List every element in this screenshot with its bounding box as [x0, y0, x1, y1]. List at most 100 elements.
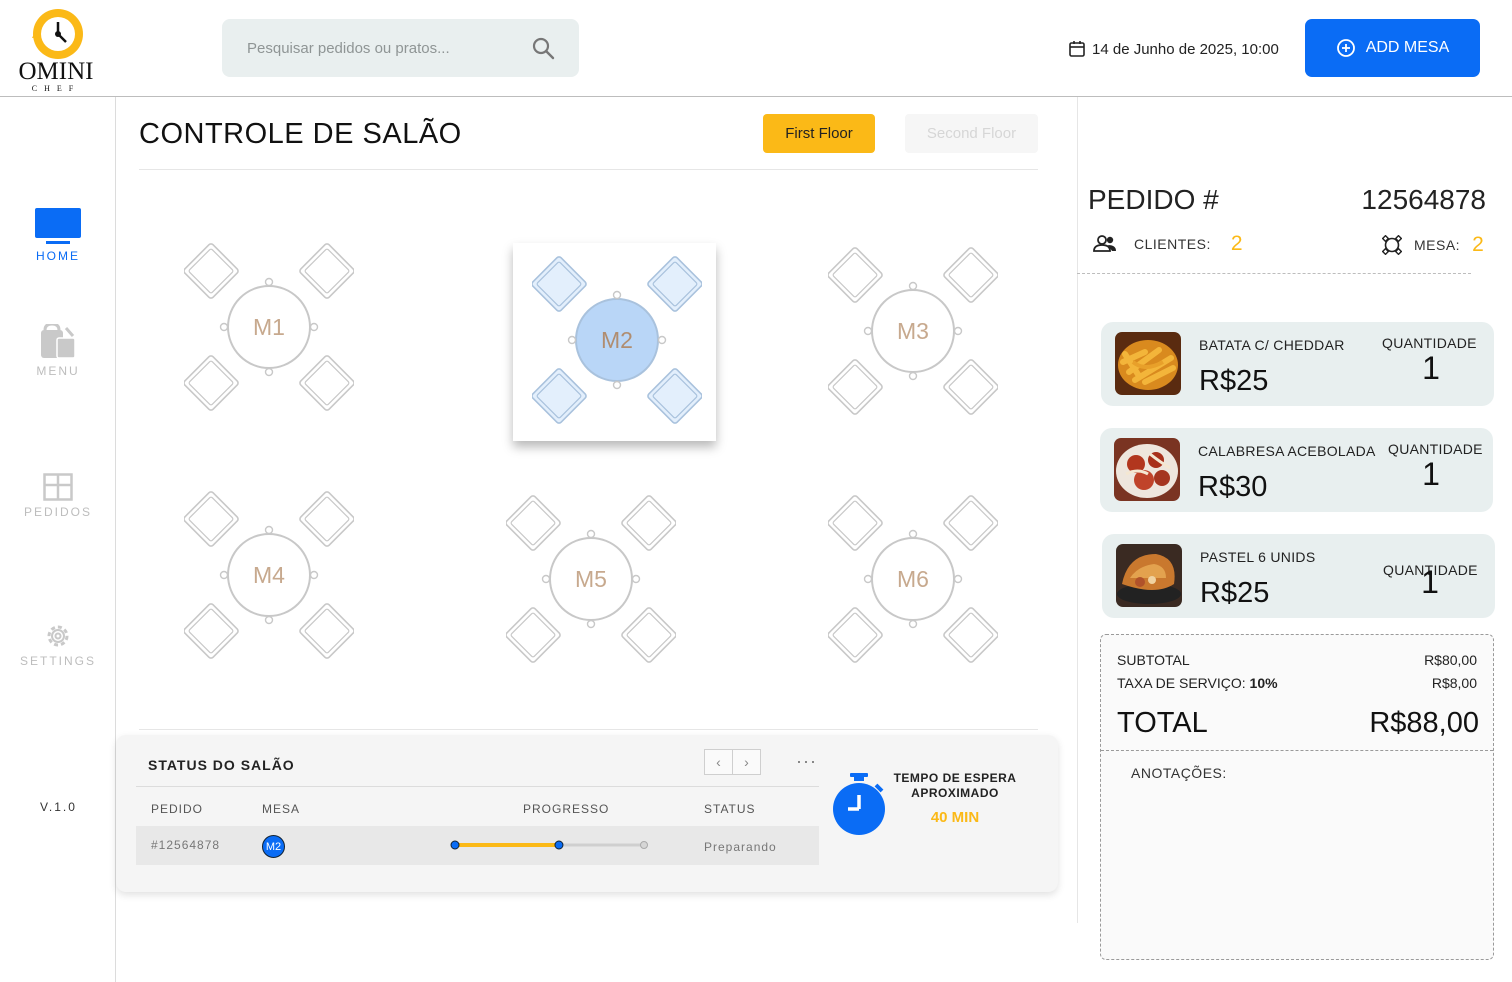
divider — [139, 169, 1038, 170]
table-graphic — [184, 491, 354, 659]
sidebar: HOME MENU PEDIDOS SETTINGS V.1.0 — [0, 97, 116, 982]
sidebar-item-pedidos[interactable]: PEDIDOS — [0, 473, 116, 519]
seat-marker — [567, 335, 577, 345]
order-summary: SUBTOTAL R$80,00 TAXA DE SERVIÇO: 10% R$… — [1100, 634, 1494, 960]
app-version: V.1.0 — [40, 800, 77, 814]
search-icon[interactable] — [531, 36, 555, 60]
order-item[interactable]: BATATA C/ CHEDDAR R$25 QUANTIDADE 1 — [1101, 322, 1494, 406]
seat-marker — [264, 277, 274, 287]
table-top — [549, 537, 633, 621]
table-m4[interactable]: M4 — [184, 490, 354, 660]
seat-marker — [309, 322, 319, 332]
menu-bag-icon — [41, 324, 76, 359]
seat-marker — [219, 322, 229, 332]
status-panel: STATUS DO SALÃO ‹ › ··· PEDIDO MESA PROG… — [116, 735, 1058, 892]
next-page-button[interactable]: › — [732, 749, 761, 775]
table-icon — [1382, 235, 1402, 255]
chair — [828, 495, 883, 551]
dotted-divider — [1077, 273, 1471, 274]
seat-marker — [264, 367, 274, 377]
chair — [943, 495, 998, 551]
calendar-icon — [1069, 41, 1085, 57]
search-input[interactable]: Pesquisar pedidos ou pratos... — [222, 19, 579, 77]
mesa-label: MESA: — [1414, 237, 1461, 253]
column-header-pedido: PEDIDO — [151, 802, 204, 816]
table-m1[interactable]: M1 — [184, 242, 354, 412]
tab-second-floor[interactable]: Second Floor — [905, 114, 1038, 153]
item-price: R$30 — [1198, 471, 1268, 503]
chair — [828, 247, 883, 303]
table-top — [227, 533, 311, 617]
seat-marker — [953, 326, 963, 336]
top-header: OMINI CHEF Pesquisar pedidos ou pratos..… — [0, 0, 1512, 97]
mesa-number: 2 — [1472, 233, 1485, 256]
page-title: CONTROLE DE SALÃO — [139, 118, 462, 150]
search-placeholder: Pesquisar pedidos ou pratos... — [247, 40, 450, 57]
sidebar-item-home[interactable]: HOME — [0, 207, 116, 263]
table-graphic — [828, 495, 998, 663]
datetime: 14 de Junho de 2025, 10:00 — [1068, 38, 1279, 60]
divider — [139, 729, 1038, 730]
table-m3[interactable]: M3 — [828, 246, 998, 416]
logo-text: OMINI — [18, 58, 94, 85]
notes-label[interactable]: ANOTAÇÕES: — [1131, 765, 1227, 781]
total-label: TOTAL — [1117, 707, 1208, 739]
chair — [621, 607, 676, 663]
column-header-mesa: MESA — [262, 802, 301, 816]
sidebar-item-settings[interactable]: SETTINGS — [0, 622, 116, 668]
tab-first-floor[interactable]: First Floor — [763, 114, 875, 153]
seat-marker — [264, 615, 274, 625]
item-name: PASTEL 6 UNIDS — [1200, 549, 1316, 565]
chair — [506, 495, 561, 551]
table-graphic — [506, 495, 676, 663]
table-m6[interactable]: M6 — [828, 494, 998, 664]
seat-marker — [908, 371, 918, 381]
people-icon — [1093, 235, 1116, 252]
prev-page-button[interactable]: ‹ — [704, 749, 733, 775]
status-title: STATUS DO SALÃO — [148, 757, 295, 773]
food-image-calabresa — [1114, 438, 1180, 501]
add-mesa-label: ADD MESA — [1365, 39, 1450, 56]
chevron-right-icon: › — [744, 754, 749, 770]
quantity-label: QUANTIDADE — [1388, 441, 1483, 457]
item-price: R$25 — [1200, 577, 1270, 609]
clients-label: CLIENTES: — [1134, 236, 1211, 252]
item-quantity: 1 — [1421, 564, 1439, 600]
order-number: 12564878 — [1361, 184, 1486, 215]
table-top — [871, 289, 955, 373]
chair — [647, 256, 702, 312]
table-graphic — [184, 243, 354, 411]
status-text: Preparando — [704, 840, 777, 854]
column-header-status: STATUS — [704, 802, 756, 816]
chair — [184, 491, 239, 547]
omini-chef-logo[interactable]: OMINI CHEF — [16, 8, 96, 94]
more-options-icon[interactable]: ··· — [796, 751, 817, 772]
table-row[interactable]: #12564878 M2 Preparando — [136, 826, 819, 865]
wait-time-value: 40 MIN — [930, 809, 980, 826]
chair — [532, 368, 587, 424]
quantity-label: QUANTIDADE — [1382, 335, 1477, 351]
seat-marker — [863, 574, 873, 584]
item-quantity: 1 — [1422, 350, 1440, 386]
total-row: TOTAL R$88,00 — [1117, 707, 1479, 740]
order-item[interactable]: PASTEL 6 UNIDS R$25 QUANTIDADE 1 — [1102, 534, 1495, 618]
divider — [1077, 97, 1078, 923]
sidebar-item-menu[interactable]: MENU — [0, 324, 116, 378]
datetime-text: 14 de Junho de 2025, 10:00 — [1092, 40, 1279, 58]
chair — [943, 359, 998, 415]
seat-marker — [586, 529, 596, 539]
table-m5[interactable]: M5 — [506, 494, 676, 664]
service-value: R$8,00 — [1431, 675, 1477, 691]
seat-marker — [657, 335, 667, 345]
mesa-info: MESA: 2 — [1382, 233, 1484, 257]
chair — [299, 603, 354, 659]
food-image-pastel — [1116, 544, 1182, 607]
logo-subtext: CHEF — [31, 84, 81, 93]
add-mesa-button[interactable]: ADD MESA — [1305, 19, 1480, 77]
order-item[interactable]: CALABRESA ACEBOLADA R$30 QUANTIDADE 1 — [1100, 428, 1493, 512]
table-m2[interactable]: M2 — [532, 255, 702, 425]
plus-circle-icon — [1336, 39, 1355, 57]
table-top — [227, 285, 311, 369]
seat-marker — [612, 380, 622, 390]
sidebar-item-label: HOME — [36, 249, 80, 263]
